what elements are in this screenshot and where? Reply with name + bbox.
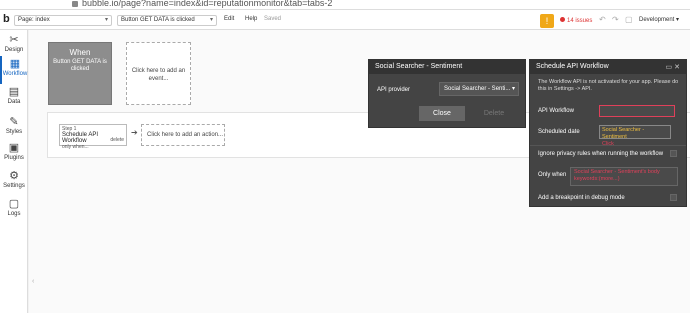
workflow-selector[interactable]: Button GET DATA is clicked ▾ <box>117 15 217 26</box>
add-action-button[interactable]: Click here to add an action... <box>141 124 225 146</box>
bubble-logo: b <box>3 13 10 25</box>
workflow-icon: ▦ <box>9 58 21 70</box>
plugin-icon: ▣ <box>8 142 20 154</box>
step-delete-link[interactable]: delete <box>110 137 124 143</box>
sidebar-item-data[interactable]: ▤ Data <box>0 84 28 112</box>
sidebar-item-styles[interactable]: ✎ Styles <box>0 114 28 142</box>
chevron-down-icon: ▾ <box>209 17 213 23</box>
event-title: When <box>69 48 91 57</box>
sidebar-item-label: Logs <box>7 211 21 217</box>
ignore-privacy-checkbox[interactable] <box>670 150 677 157</box>
api-workflow-dropdown[interactable] <box>599 105 675 117</box>
brush-icon: ✎ <box>9 116 19 128</box>
document-icon: ▢ <box>8 198 20 210</box>
database-icon: ▤ <box>8 86 20 98</box>
event-card[interactable]: When Button GET DATA is clicked <box>48 42 112 105</box>
undo-icon[interactable]: ↶ <box>599 15 606 24</box>
page-selector[interactable]: Page: index ▾ <box>14 15 112 26</box>
comment-icon[interactable]: ▭ <box>666 64 673 71</box>
arrow-right-icon: ➔ <box>131 128 138 137</box>
address-bar[interactable]: bubble.io/page?name=index&id=reputationm… <box>82 0 332 8</box>
sidebar-item-plugins[interactable]: ▣ Plugins <box>0 140 28 168</box>
ignore-privacy-label: Ignore privacy rules when running the wo… <box>538 151 664 157</box>
chevron-down-icon: ▾ <box>676 17 680 23</box>
scissors-icon: ✂ <box>9 34 19 46</box>
only-when-field[interactable]: Social Searcher - Sentiment's body keywo… <box>570 167 678 186</box>
chevron-down-icon: ▾ <box>104 17 108 23</box>
sidebar-item-settings[interactable]: ⚙ Settings <box>0 168 28 196</box>
action-step-card[interactable]: Step 1 Schedule API Workflow only when..… <box>59 124 127 150</box>
lock-icon <box>72 1 78 7</box>
api-provider-panel: Social Searcher - Sentiment API provider… <box>368 59 526 128</box>
sidebar-item-label: Styles <box>5 129 23 135</box>
sidebar-item-label: Settings <box>3 183 25 189</box>
panel-title[interactable]: Social Searcher - Sentiment <box>369 60 525 74</box>
scroll-left-icon[interactable]: ‹ <box>32 278 34 285</box>
api-workflow-label: API Workflow <box>538 108 574 114</box>
schedule-api-workflow-panel: Schedule API Workflow ▭ ✕ The Workflow A… <box>529 59 687 207</box>
panel-title[interactable]: Schedule API Workflow <box>530 60 686 74</box>
panel-header-icons[interactable]: ▭ ✕ <box>666 63 680 71</box>
gear-icon: ⚙ <box>9 170 19 182</box>
redo-icon[interactable]: ↷ <box>612 15 619 24</box>
page-selector-label: Page: index <box>18 17 50 23</box>
editor-toolbar: b Page: index ▾ Button GET DATA is click… <box>0 10 690 30</box>
sidebar-item-label: Workflow <box>2 71 28 77</box>
close-button[interactable]: Close <box>419 106 465 121</box>
sidebar-item-label: Plugins <box>4 155 24 161</box>
sidebar-item-workflow[interactable]: ▦ Workflow <box>0 56 28 84</box>
only-when-label: Only when <box>538 172 567 178</box>
scheduled-date-value: Social Searcher - Sentiment <box>602 127 645 140</box>
warning-icon[interactable]: ! <box>540 14 554 28</box>
environment-label: Development <box>639 17 675 23</box>
scheduled-date-field[interactable]: Social Searcher - Sentiment Click <box>599 125 671 147</box>
edit-menu[interactable]: Edit <box>224 16 234 22</box>
sidebar-item-logs[interactable]: ▢ Logs <box>0 196 28 224</box>
alert-dot-icon <box>560 17 565 22</box>
close-icon[interactable]: ✕ <box>674 64 680 71</box>
delete-button[interactable]: Delete <box>471 106 517 121</box>
divider <box>530 145 686 146</box>
add-event-button[interactable]: Click here to add an event... <box>126 42 191 105</box>
workflow-selector-label: Button GET DATA is clicked <box>121 17 195 23</box>
breakpoint-label: Add a breakpoint in debug mode <box>538 195 625 201</box>
help-menu[interactable]: Help <box>245 16 257 22</box>
api-provider-dropdown[interactable]: Social Searcher - Senti... ▾ <box>439 82 519 96</box>
sidebar-item-label: Design <box>4 47 24 53</box>
scheduled-date-label: Scheduled date <box>538 129 580 135</box>
sidebar-item-label: Data <box>7 99 21 105</box>
breakpoint-checkbox[interactable] <box>670 194 677 201</box>
api-provider-label: API provider <box>377 87 411 93</box>
issues-count: 14 issues <box>567 18 593 24</box>
sidebar: ✂ Design ▦ Workflow ▤ Data ✎ Styles ▣ Pl… <box>0 30 28 313</box>
chevron-down-icon: ▾ <box>511 86 515 92</box>
environment-selector[interactable]: Development ▾ <box>637 15 687 26</box>
browser-bar: bubble.io/page?name=index&id=reputationm… <box>0 0 690 10</box>
saved-status: Saved <box>264 16 282 22</box>
preview-icon[interactable]: ▢ <box>625 15 633 24</box>
event-subtitle: Button GET DATA is clicked <box>53 59 107 72</box>
issues-button[interactable]: 14 issues <box>560 17 592 24</box>
workflow-api-notice: The Workflow API is not activated for yo… <box>538 79 679 92</box>
step-only-when[interactable]: only when... <box>62 144 124 150</box>
api-provider-value: Social Searcher - Senti... <box>444 86 511 92</box>
